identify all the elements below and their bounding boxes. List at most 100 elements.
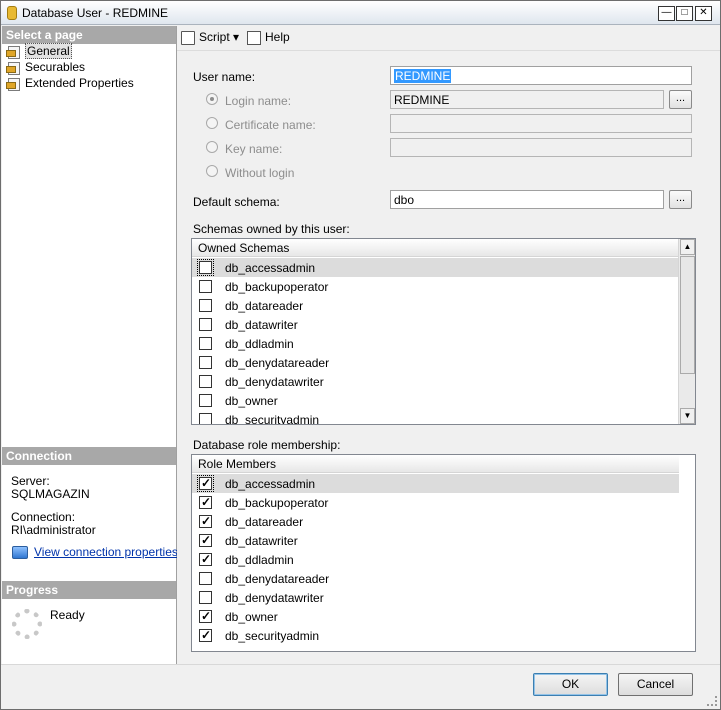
role-members-column-header[interactable]: Role Members [192,455,679,473]
row-checkbox[interactable] [199,356,212,369]
table-row[interactable]: db_owner [192,391,679,410]
row-name: db_datawriter [225,534,298,548]
row-checkbox[interactable] [199,628,212,642]
script-icon [181,30,195,45]
scroll-down-arrow-icon[interactable]: ▼ [680,408,695,424]
certificate-name-label: Certificate name: [225,118,316,132]
key-name-label: Key name: [225,142,283,156]
row-checkbox[interactable] [199,337,212,350]
table-row[interactable]: db_datareader [192,296,679,315]
cancel-button[interactable]: Cancel [618,673,693,696]
row-checkbox[interactable] [199,514,212,528]
progress-status: Ready [50,608,85,622]
page-icon [6,77,21,92]
owned-schemas-column-header[interactable]: Owned Schemas [192,239,679,257]
title-bar: Database User - REDMINE — □ ✕ [1,1,720,25]
table-row[interactable]: db_ddladmin [192,334,679,353]
view-connection-properties-link[interactable]: View connection properties [12,545,178,560]
role-members-grid: Role Members db_accessadmin db_backupoper… [191,454,696,652]
page-item-general[interactable]: General [6,43,72,60]
login-name-browse-button[interactable]: ... [669,90,692,109]
row-checkbox[interactable] [199,375,212,388]
table-row[interactable]: db_denydatareader [192,569,679,588]
without-login-label: Without login [225,166,295,180]
close-button[interactable]: ✕ [695,6,712,21]
key-name-field[interactable] [390,138,692,157]
row-name: db_denydatawriter [225,375,324,389]
row-checkbox[interactable] [199,318,212,331]
table-row[interactable]: db_denydatawriter [192,588,679,607]
row-checkbox[interactable] [199,299,212,312]
row-name: db_owner [225,610,278,624]
certificate-name-radio[interactable] [206,117,218,129]
connection-label: Connection: [11,510,76,524]
progress-header: Progress [2,581,176,599]
table-row[interactable]: db_accessadmin [192,474,679,493]
owned-schemas-scrollbar[interactable]: ▲ ▼ [678,239,695,424]
script-button[interactable]: Script ▾ [181,30,239,45]
row-checkbox[interactable] [199,280,212,293]
database-icon [7,6,17,20]
connection-properties-icon [12,546,28,560]
row-checkbox[interactable] [197,259,214,276]
table-row[interactable]: db_datawriter [192,531,679,550]
key-name-radio[interactable] [206,141,218,153]
row-name: db_securityadmin [225,413,320,425]
schemas-owned-label: Schemas owned by this user: [193,222,350,236]
row-name: db_datareader [225,515,304,529]
row-checkbox[interactable] [197,475,214,492]
table-row[interactable]: db_ddladmin [192,550,679,569]
row-name: db_backupoperator [225,496,329,510]
page-item-securables[interactable]: Securables [6,60,85,76]
table-row[interactable]: db_datawriter [192,315,679,334]
resize-grip-icon[interactable] [707,696,717,706]
row-checkbox[interactable] [199,413,212,424]
scroll-thumb[interactable] [680,256,695,374]
row-name: db_securityadmin [225,629,320,643]
table-row[interactable]: db_backupoperator [192,277,679,296]
connection-value: RI\administrator [11,523,96,537]
row-name: db_accessadmin [225,261,316,275]
row-name: db_datareader [225,299,304,313]
table-row[interactable]: db_denydatawriter [192,372,679,391]
row-checkbox[interactable] [199,495,212,509]
table-row[interactable]: db_datareader [192,512,679,531]
row-checkbox[interactable] [199,533,212,547]
maximize-button[interactable]: □ [676,6,693,21]
table-row[interactable]: db_owner [192,607,679,626]
minimize-button[interactable]: — [658,6,675,21]
table-row[interactable]: db_securityadmin [192,626,679,645]
table-row[interactable]: db_securityadmin [192,410,679,425]
login-name-radio[interactable] [206,93,218,105]
table-row[interactable]: db_denydatareader [192,353,679,372]
row-name: db_accessadmin [225,477,316,491]
row-name: db_ddladmin [225,337,294,351]
help-button[interactable]: Help [247,30,290,45]
without-login-radio[interactable] [206,165,218,177]
login-name-field[interactable]: REDMINE [390,90,664,109]
window-title: Database User - REDMINE [22,6,169,20]
scroll-up-arrow-icon[interactable]: ▲ [680,239,695,255]
row-name: db_backupoperator [225,280,329,294]
progress-spinner-icon [12,609,42,639]
row-checkbox[interactable] [199,572,212,585]
page-icon [6,61,21,76]
default-schema-field[interactable]: dbo [390,190,664,209]
page-item-extended-properties[interactable]: Extended Properties [6,76,134,92]
row-checkbox[interactable] [199,609,212,623]
row-name: db_denydatawriter [225,591,324,605]
ok-button[interactable]: OK [533,673,608,696]
certificate-name-field[interactable] [390,114,692,133]
role-membership-label: Database role membership: [193,438,341,452]
default-schema-browse-button[interactable]: ... [669,190,692,209]
row-checkbox[interactable] [199,591,212,604]
row-checkbox[interactable] [199,394,212,407]
user-name-label: User name: [193,70,256,84]
row-checkbox[interactable] [199,552,212,566]
dialog-button-bar: OK Cancel [1,664,720,709]
table-row[interactable]: db_backupoperator [192,493,679,512]
table-row[interactable]: db_accessadmin [192,258,679,277]
user-name-field[interactable]: REDMINE [390,66,692,85]
server-value: SQLMAGAZIN [11,487,90,501]
page-icon [6,45,21,60]
